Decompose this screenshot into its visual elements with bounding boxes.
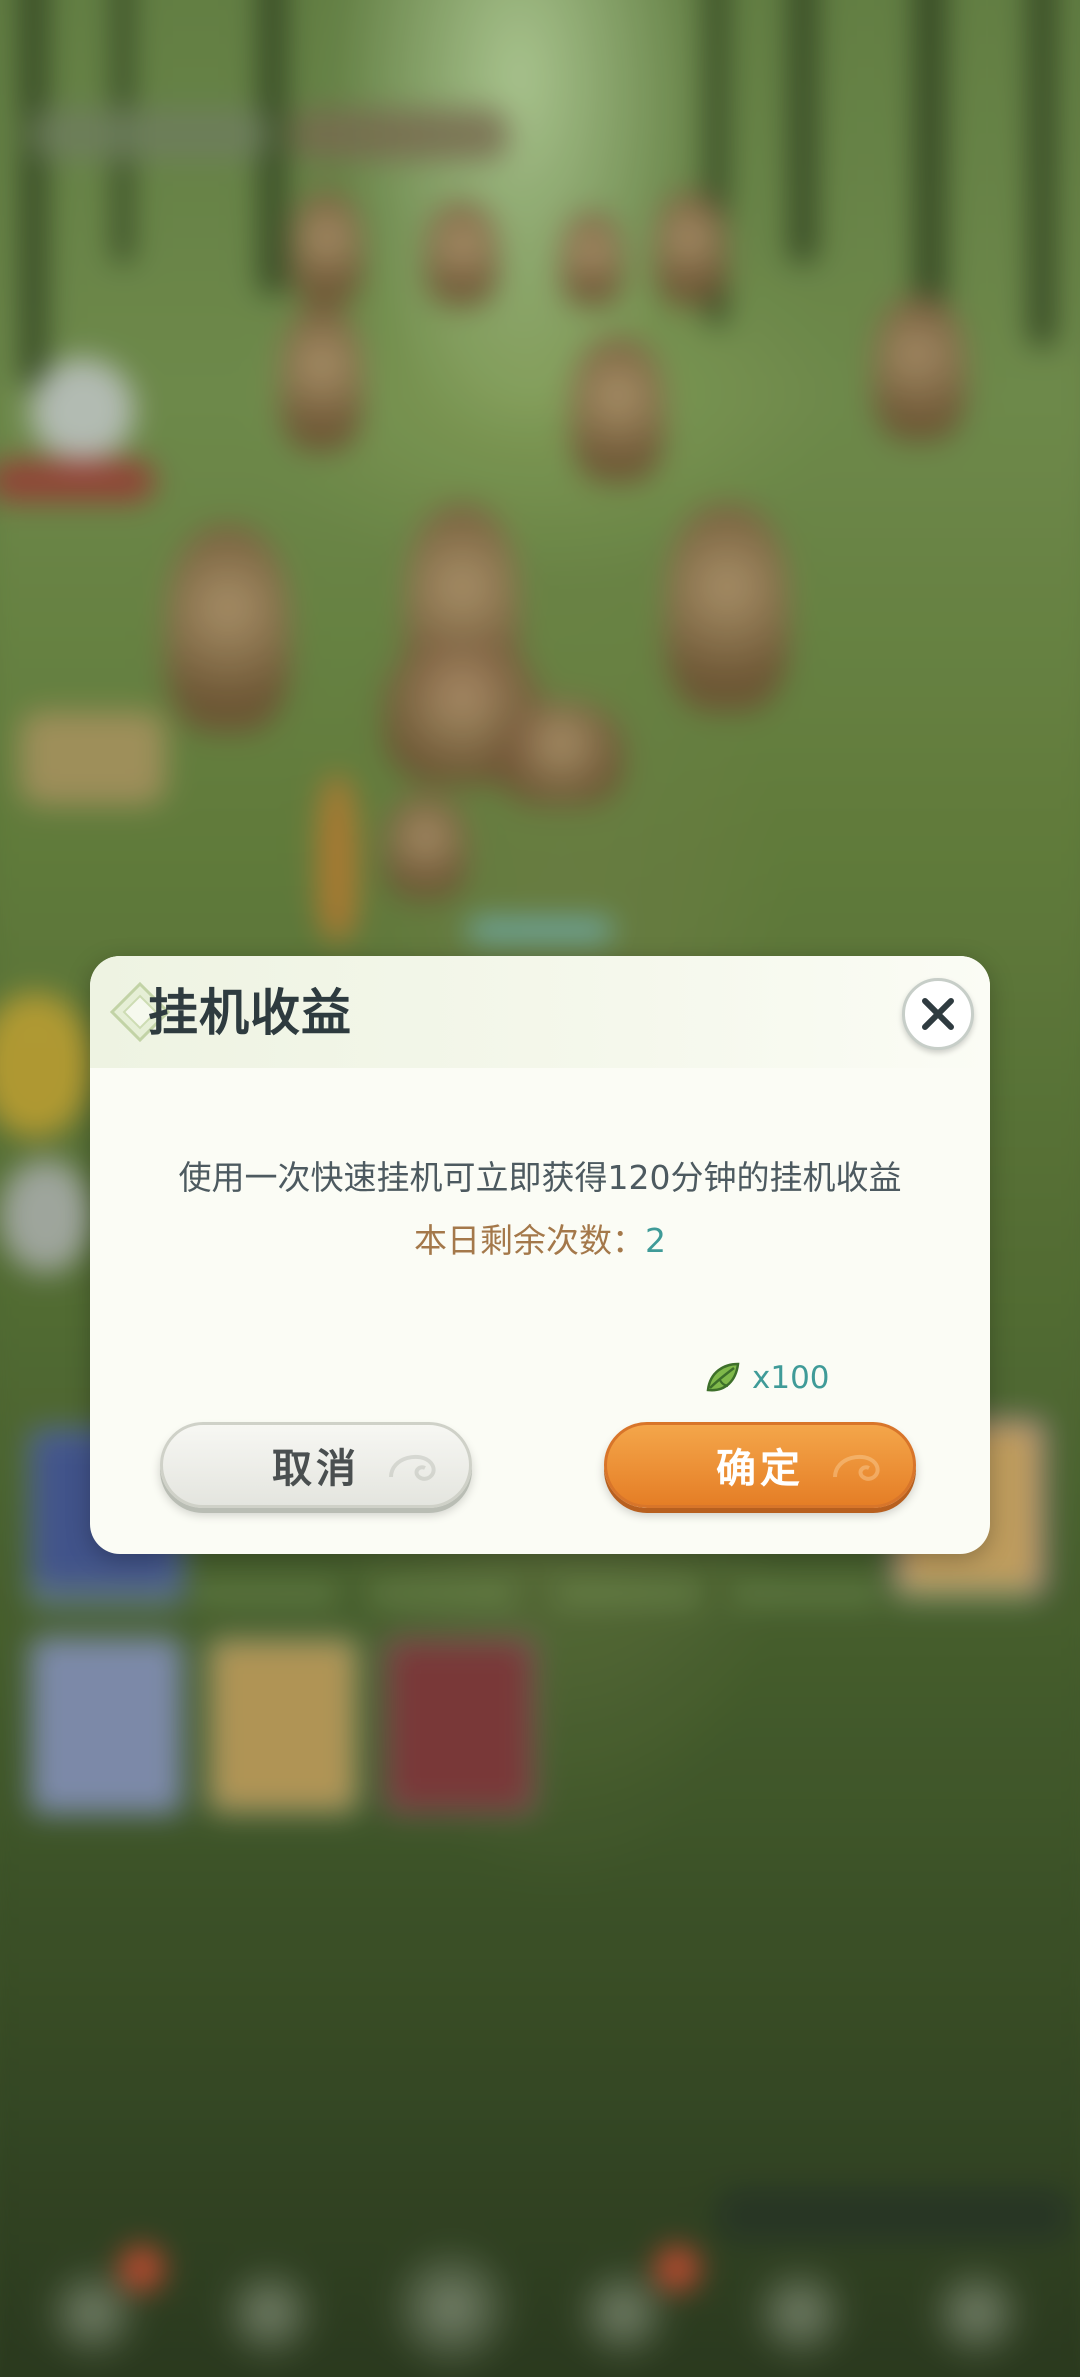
confirm-button-label: 确定 [716,1446,804,1492]
cost-quantity: x100 [752,1360,830,1396]
game-screen: 挂机收益 使用一次快速挂机可立即获得120分钟的挂机收益 本日剩余次数：2 x1… [0,0,1080,2377]
dialog-message: 使用一次快速挂机可立即获得120分钟的挂机收益 [178,1158,902,1197]
cancel-button[interactable]: 取消 [160,1422,472,1508]
confirm-button[interactable]: 确定 [604,1422,916,1508]
idle-rewards-dialog: 挂机收益 使用一次快速挂机可立即获得120分钟的挂机收益 本日剩余次数：2 x1… [90,956,990,1554]
remaining-uses-count: 2 [645,1221,666,1260]
cancel-button-label: 取消 [272,1446,360,1492]
remaining-uses-label: 本日剩余次数： [414,1221,645,1260]
cost-display: x100 [702,1356,830,1400]
dialog-title: 挂机收益 [148,984,352,1042]
remaining-uses-line: 本日剩余次数：2 [90,1219,990,1263]
leaf-icon [706,1362,740,1392]
remaining-uses: 本日剩余次数：2 [90,1218,990,1268]
swirl-decoration-icon [389,1454,436,1481]
close-button[interactable] [902,978,974,1050]
close-icon [922,998,954,1030]
swirl-decoration-icon [833,1454,880,1481]
